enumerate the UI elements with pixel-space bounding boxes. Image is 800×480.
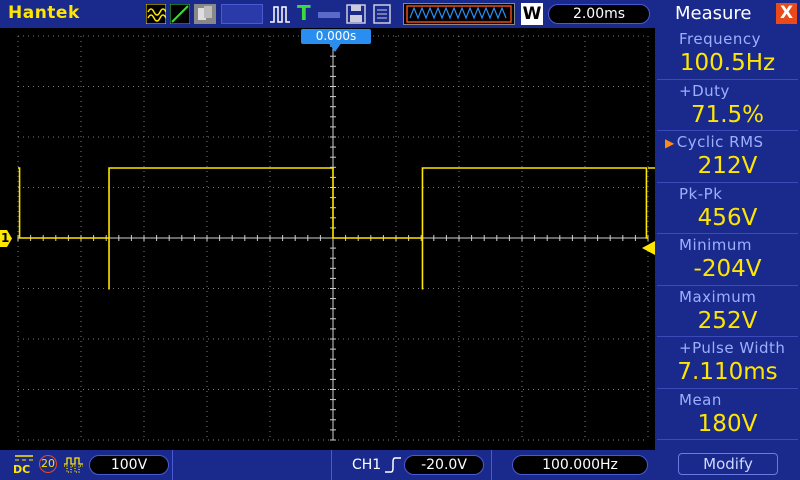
coupling-icon[interactable]: DC xyxy=(13,453,35,477)
brand-logo: Hantek xyxy=(8,3,80,23)
channel1-marker[interactable]: 1 xyxy=(0,230,12,247)
measure-separator xyxy=(657,233,798,234)
trigger-frequency: 100.000Hz xyxy=(512,455,648,475)
rising-edge-icon[interactable] xyxy=(384,456,402,474)
print-icon[interactable] xyxy=(372,4,392,24)
measure-separator xyxy=(657,336,798,337)
volts-per-div[interactable]: 100V xyxy=(89,455,169,475)
measure-menu-header: Measure X xyxy=(655,0,800,28)
divider xyxy=(331,450,332,480)
measure-value: -204V xyxy=(693,256,762,282)
invert-icon[interactable] xyxy=(63,456,85,474)
measure-separator xyxy=(657,387,798,389)
save-icon[interactable] xyxy=(346,4,366,24)
w-icon[interactable]: W xyxy=(521,3,543,25)
selected-arrow-icon: ▶ xyxy=(665,136,675,150)
top-toolbar: Hantek T W 2.00ms xyxy=(0,0,655,28)
measure-value: 252V xyxy=(697,307,758,334)
record-overview[interactable] xyxy=(403,3,515,25)
modify-button[interactable]: Modify xyxy=(678,453,778,475)
status-box xyxy=(221,4,263,24)
trigger-position-label[interactable]: 0.000s xyxy=(301,29,371,44)
measure-label[interactable]: Mean xyxy=(679,391,722,409)
divider xyxy=(491,450,492,480)
persistence-icon[interactable] xyxy=(194,4,216,24)
trigger-level-marker xyxy=(642,241,655,255)
channel1-marker-label: 1 xyxy=(1,231,10,245)
divider xyxy=(172,450,173,480)
timebase-readout[interactable]: 2.00ms xyxy=(548,4,650,24)
close-button[interactable]: X xyxy=(776,3,797,24)
ramp-icon[interactable] xyxy=(170,4,190,24)
measure-value: 456V xyxy=(697,204,758,231)
trigger-channel[interactable]: CH1 xyxy=(352,457,381,473)
measure-separator xyxy=(657,78,798,80)
measure-value: 180V xyxy=(697,410,758,437)
measure-separator xyxy=(657,130,798,131)
waveform-display xyxy=(17,35,655,441)
trigger-t-icon[interactable]: T xyxy=(297,1,311,25)
measure-menu-title: Measure xyxy=(675,3,752,24)
bottom-status-bar: DC 20 100V CH1 -20.0V 100.000Hz xyxy=(0,450,655,480)
measure-label[interactable]: Maximum xyxy=(679,288,756,306)
measure-label[interactable]: +Pulse Width xyxy=(679,339,785,357)
trigger-level[interactable]: -20.0V xyxy=(404,455,484,475)
measure-separator xyxy=(657,181,798,183)
measure-value: 71.5% xyxy=(690,101,765,128)
measure-value: 212V xyxy=(697,153,758,179)
channel1-trace xyxy=(18,167,655,290)
measure-label[interactable]: ▶ Cyclic RMS xyxy=(665,133,764,151)
bandwidth-limit-icon[interactable]: 20 xyxy=(39,455,57,473)
measure-value: 100.5Hz xyxy=(679,50,776,76)
measure-label-text: Cyclic RMS xyxy=(676,133,764,151)
measure-label[interactable]: Minimum xyxy=(679,236,752,254)
measure-separator xyxy=(657,284,798,286)
measure-label[interactable]: Frequency xyxy=(679,30,761,48)
measure-separator xyxy=(657,439,798,440)
measure-label[interactable]: Pk-Pk xyxy=(679,185,722,203)
measure-value: 7.110ms xyxy=(677,359,778,385)
waveform-icon[interactable] xyxy=(146,4,166,24)
measure-label[interactable]: +Duty xyxy=(679,82,730,100)
coupling-label: DC xyxy=(13,463,31,476)
memory-depth-icon xyxy=(318,12,340,18)
pulse-icon[interactable] xyxy=(269,4,291,24)
